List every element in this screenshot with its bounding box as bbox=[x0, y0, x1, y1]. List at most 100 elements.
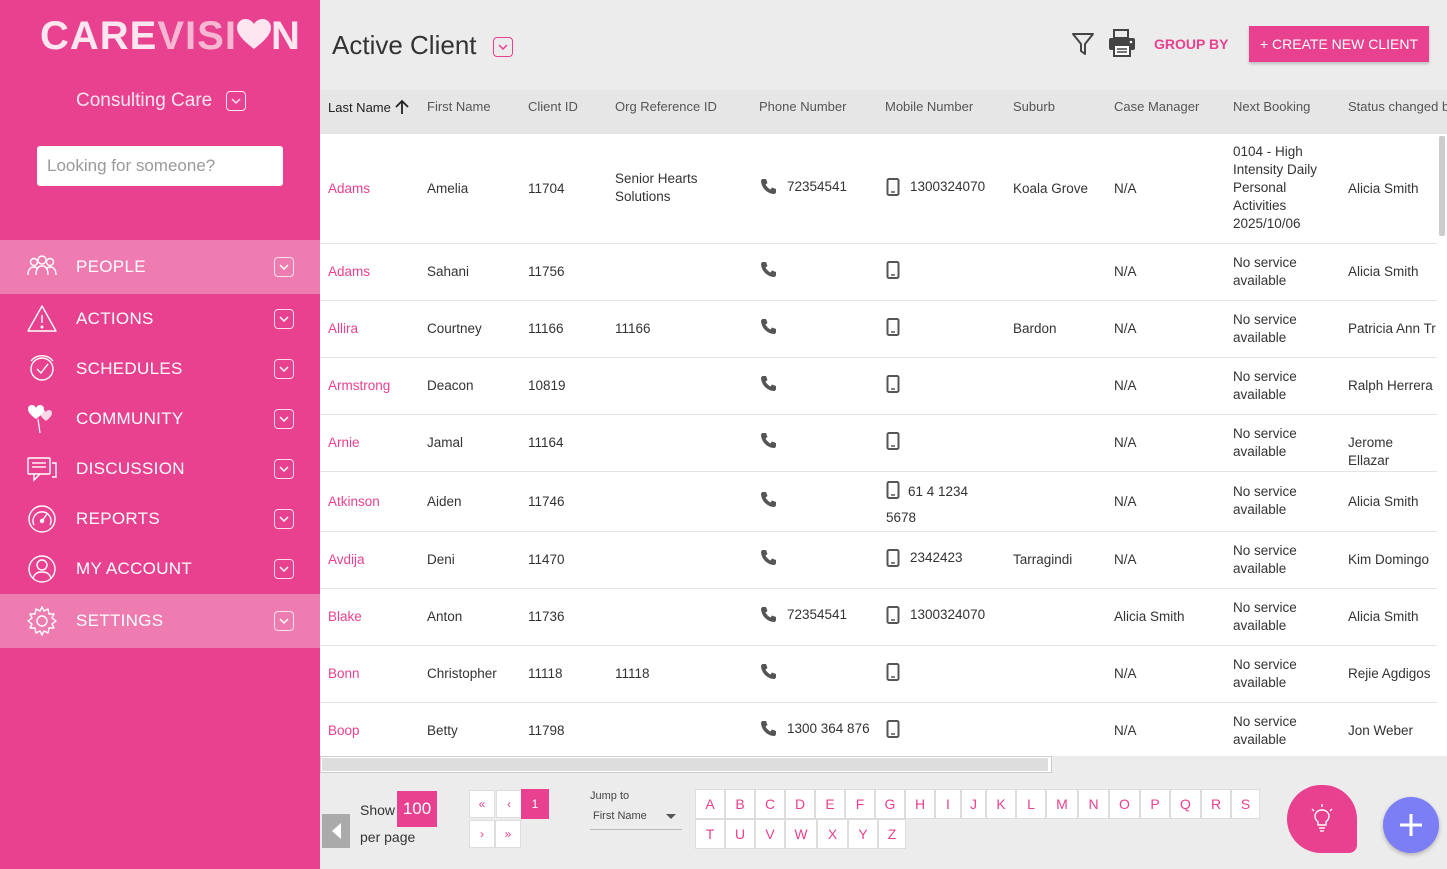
carevision-logo[interactable]: CAREVISI N bbox=[40, 14, 301, 59]
sidebar-item-people[interactable]: PEOPLE bbox=[0, 240, 320, 294]
create-new-client-button[interactable]: + CREATE NEW CLIENT bbox=[1249, 26, 1429, 62]
alpha-filter-u[interactable]: U bbox=[725, 819, 755, 849]
collapse-sidebar-button[interactable] bbox=[322, 814, 350, 848]
last-page-button[interactable]: » bbox=[495, 820, 521, 848]
next-page-button[interactable]: › bbox=[469, 820, 495, 848]
column-header-first-name[interactable]: First Name bbox=[427, 99, 491, 114]
mobile-number[interactable] bbox=[886, 663, 900, 686]
last-name-link[interactable]: Boop bbox=[328, 722, 360, 740]
prev-page-button[interactable]: ‹ bbox=[496, 790, 522, 818]
table-row[interactable]: Adams Amelia 11704 Senior Hearts Solutio… bbox=[320, 134, 1437, 244]
alpha-filter-z[interactable]: Z bbox=[878, 819, 906, 849]
table-row[interactable]: Boop Betty 11798 1300 364 876 N/A No ser… bbox=[320, 703, 1437, 756]
chevron-down-icon[interactable] bbox=[493, 37, 513, 57]
phone-number[interactable] bbox=[760, 375, 777, 397]
first-page-button[interactable]: « bbox=[469, 790, 495, 818]
chevron-down-icon[interactable] bbox=[274, 459, 294, 479]
alpha-filter-a[interactable]: A bbox=[695, 789, 725, 819]
last-name-link[interactable]: Adams bbox=[328, 180, 370, 198]
sidebar-item-reports[interactable]: REPORTS bbox=[0, 494, 320, 544]
phone-number[interactable] bbox=[760, 261, 777, 283]
filter-icon[interactable] bbox=[1072, 32, 1094, 56]
last-name-link[interactable]: Allira bbox=[328, 320, 358, 338]
table-row[interactable]: Avdija Deni 11470 2342423 Tarragindi N/A… bbox=[320, 532, 1437, 589]
alpha-filter-x[interactable]: X bbox=[817, 819, 848, 849]
table-row[interactable]: Blake Anton 11736 72354541 1300324070 Al… bbox=[320, 589, 1437, 646]
chevron-down-icon[interactable] bbox=[274, 409, 294, 429]
mobile-number[interactable]: 61 4 1234 5678 bbox=[886, 480, 996, 529]
chevron-down-icon[interactable] bbox=[274, 309, 294, 329]
jump-to-select[interactable]: First Name bbox=[590, 806, 682, 830]
mobile-number[interactable]: 1300324070 bbox=[886, 178, 985, 201]
chevron-down-icon[interactable] bbox=[274, 257, 294, 277]
vertical-scrollbar[interactable] bbox=[1437, 134, 1447, 756]
alpha-filter-q[interactable]: Q bbox=[1170, 789, 1201, 819]
sidebar-item-my-account[interactable]: MY ACCOUNT bbox=[0, 544, 320, 594]
last-name-link[interactable]: Blake bbox=[328, 608, 362, 626]
sidebar-item-settings[interactable]: SETTINGS bbox=[0, 594, 320, 648]
alpha-filter-r[interactable]: R bbox=[1201, 789, 1231, 819]
last-name-link[interactable]: Avdija bbox=[328, 551, 365, 569]
phone-number[interactable] bbox=[760, 432, 777, 454]
column-header-status-changed-by[interactable]: Status changed by bbox=[1348, 99, 1447, 114]
last-name-link[interactable]: Atkinson bbox=[328, 493, 380, 511]
mobile-number[interactable] bbox=[886, 432, 900, 455]
page-size-selector[interactable]: 100 bbox=[397, 791, 437, 827]
sidebar-item-discussion[interactable]: DISCUSSION bbox=[0, 444, 320, 494]
column-header-case-manager[interactable]: Case Manager bbox=[1114, 99, 1199, 114]
phone-number[interactable]: 72354541 bbox=[760, 606, 847, 628]
table-row[interactable]: Allira Courtney 11166 11166 Bardon N/A N… bbox=[320, 301, 1437, 358]
sidebar-item-actions[interactable]: ACTIONS bbox=[0, 294, 320, 344]
table-row[interactable]: Atkinson Aiden 11746 61 4 1234 5678 N/A … bbox=[320, 472, 1437, 532]
last-name-link[interactable]: Arnie bbox=[328, 434, 360, 452]
phone-number[interactable] bbox=[760, 318, 777, 340]
alpha-filter-f[interactable]: F bbox=[845, 789, 875, 819]
column-header-phone-number[interactable]: Phone Number bbox=[759, 99, 846, 114]
last-name-link[interactable]: Armstrong bbox=[328, 377, 390, 395]
phone-number[interactable] bbox=[760, 549, 777, 571]
alpha-filter-p[interactable]: P bbox=[1140, 789, 1170, 819]
add-button[interactable] bbox=[1383, 797, 1439, 853]
scrollbar-thumb[interactable] bbox=[1439, 136, 1445, 236]
page-number-button[interactable]: 1 bbox=[521, 789, 549, 819]
table-row[interactable]: Bonn Christopher 11118 11118 N/A No serv… bbox=[320, 646, 1437, 703]
column-header-suburb[interactable]: Suburb bbox=[1013, 99, 1055, 114]
alpha-filter-g[interactable]: G bbox=[875, 789, 905, 819]
table-row[interactable]: Adams Sahani 11756 N/A No service availa… bbox=[320, 244, 1437, 301]
mobile-number[interactable] bbox=[886, 375, 900, 398]
search-input[interactable] bbox=[37, 146, 283, 186]
tips-button[interactable] bbox=[1287, 785, 1357, 853]
alpha-filter-y[interactable]: Y bbox=[848, 819, 878, 849]
alpha-filter-i[interactable]: I bbox=[935, 789, 961, 819]
mobile-number[interactable]: 2342423 bbox=[886, 549, 963, 572]
last-name-link[interactable]: Adams bbox=[328, 263, 370, 281]
alpha-filter-n[interactable]: N bbox=[1078, 789, 1109, 819]
chevron-down-icon[interactable] bbox=[274, 559, 294, 579]
column-header-client-id[interactable]: Client ID bbox=[528, 99, 578, 114]
alpha-filter-d[interactable]: D bbox=[785, 789, 815, 819]
phone-number[interactable]: 72354541 bbox=[760, 178, 847, 200]
alpha-filter-t[interactable]: T bbox=[695, 819, 725, 849]
alpha-filter-h[interactable]: H bbox=[905, 789, 935, 819]
scrollbar-thumb[interactable] bbox=[322, 758, 1048, 771]
print-icon[interactable] bbox=[1107, 28, 1137, 58]
alpha-filter-k[interactable]: K bbox=[986, 789, 1016, 819]
column-header-mobile-number[interactable]: Mobile Number bbox=[885, 99, 973, 114]
mobile-number[interactable] bbox=[886, 720, 900, 743]
column-header-org-reference-id[interactable]: Org Reference ID bbox=[615, 99, 717, 114]
chevron-down-icon[interactable] bbox=[274, 359, 294, 379]
phone-number[interactable] bbox=[760, 491, 777, 513]
alpha-filter-m[interactable]: M bbox=[1046, 789, 1078, 819]
last-name-link[interactable]: Bonn bbox=[328, 665, 360, 683]
column-header-next-booking[interactable]: Next Booking bbox=[1233, 99, 1310, 114]
chevron-down-icon[interactable] bbox=[274, 611, 294, 631]
alpha-filter-b[interactable]: B bbox=[725, 789, 755, 819]
phone-number[interactable]: 1300 364 876 bbox=[760, 720, 870, 742]
alpha-filter-e[interactable]: E bbox=[815, 789, 845, 819]
mobile-number[interactable] bbox=[886, 318, 900, 341]
alpha-filter-w[interactable]: W bbox=[785, 819, 817, 849]
alpha-filter-o[interactable]: O bbox=[1109, 789, 1140, 819]
horizontal-scrollbar[interactable] bbox=[320, 756, 1052, 773]
sidebar-item-schedules[interactable]: SCHEDULES bbox=[0, 344, 320, 394]
alpha-filter-v[interactable]: V bbox=[755, 819, 785, 849]
